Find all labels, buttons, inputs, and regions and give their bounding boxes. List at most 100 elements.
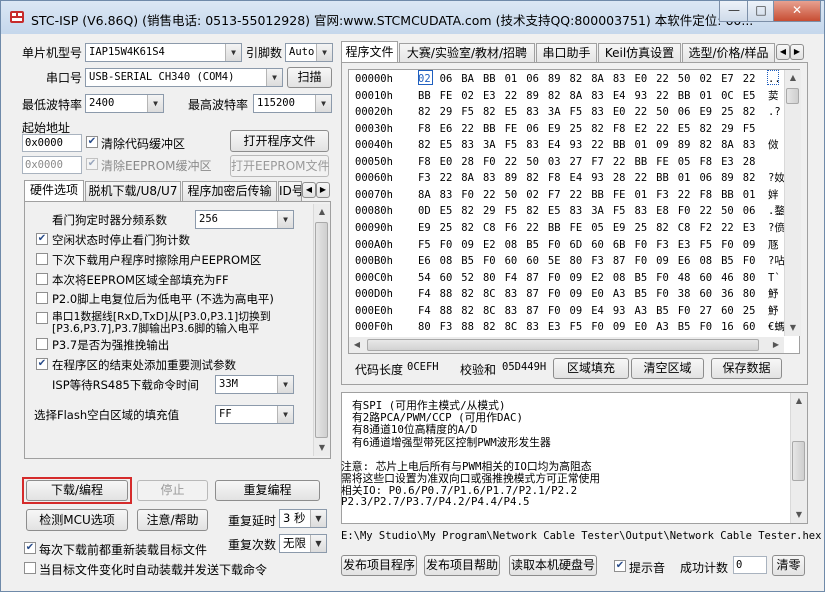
hex-byte[interactable]: F7 <box>548 187 561 203</box>
hex-byte[interactable]: 38 <box>678 286 691 302</box>
hex-byte[interactable]: 05 <box>591 220 604 236</box>
hex-byte[interactable]: 06 <box>440 71 453 87</box>
hex-byte[interactable]: E9 <box>548 121 561 137</box>
hex-byte[interactable]: BB <box>721 187 734 203</box>
hex-byte[interactable]: 22 <box>483 187 496 203</box>
hex-byte[interactable]: F0 <box>678 203 691 219</box>
hex-byte[interactable]: 83 <box>461 137 474 153</box>
hex-byte[interactable]: 82 <box>461 286 474 302</box>
tab-offline[interactable]: 脱机下载/U8/U7 <box>85 181 181 201</box>
hex-byte[interactable]: E4 <box>548 137 561 153</box>
option-checkbox[interactable] <box>36 338 48 350</box>
hex-byte[interactable]: 3A <box>591 203 604 219</box>
tab-contest[interactable]: 大赛/实验室/教材/招聘 <box>399 43 535 63</box>
hex-byte[interactable]: 28 <box>743 154 756 170</box>
hex-byte[interactable]: E4 <box>570 170 583 186</box>
hex-byte[interactable]: E4 <box>613 88 626 104</box>
reprogram-button[interactable]: 重复编程 <box>215 480 320 501</box>
hex-byte[interactable]: 27 <box>699 303 712 319</box>
option-checkbox[interactable]: ✔ <box>36 358 48 370</box>
hex-byte[interactable]: E6 <box>678 253 691 269</box>
hex-byte[interactable]: BB <box>548 220 561 236</box>
hex-byte[interactable]: F4 <box>505 270 518 286</box>
tab-program-file[interactable]: 程序文件 <box>341 41 398 63</box>
hex-byte[interactable]: E6 <box>418 253 431 269</box>
hex-byte[interactable]: E5 <box>743 88 756 104</box>
hex-byte[interactable]: 60 <box>591 237 604 253</box>
hex-byte[interactable]: 01 <box>678 170 691 186</box>
hex-byte[interactable]: 80 <box>743 286 756 302</box>
hex-byte[interactable]: F8 <box>613 121 626 137</box>
tab-serial-assistant[interactable]: 串口助手 <box>536 43 597 63</box>
hex-byte[interactable]: E5 <box>440 203 453 219</box>
hex-byte[interactable]: 54 <box>418 270 431 286</box>
min-baud-select[interactable]: 2400 ▼ <box>85 94 164 113</box>
hex-byte[interactable]: F5 <box>505 137 518 153</box>
hex-byte[interactable]: 8C <box>483 303 496 319</box>
hex-byte[interactable]: F5 <box>699 237 712 253</box>
hex-byte[interactable]: 25 <box>743 303 756 319</box>
hex-byte[interactable]: F0 <box>548 237 561 253</box>
hex-byte[interactable]: 50 <box>656 104 669 120</box>
scroll-up-icon[interactable]: ▲ <box>791 393 807 409</box>
hex-byte[interactable]: 29 <box>440 104 453 120</box>
minimize-button[interactable]: — <box>719 1 749 22</box>
hex-byte[interactable]: F0 <box>635 237 648 253</box>
hex-byte[interactable]: B5 <box>635 270 648 286</box>
hex-byte[interactable]: 60 <box>699 270 712 286</box>
hex-byte[interactable]: 88 <box>440 286 453 302</box>
clear-area-button[interactable]: 清空区域 <box>631 358 704 379</box>
hex-byte[interactable]: 60 <box>743 319 756 335</box>
hex-byte[interactable]: 82 <box>526 203 539 219</box>
repeat-delay-select[interactable]: 3 秒 ▼ <box>279 509 327 528</box>
hex-byte[interactable]: 82 <box>570 71 583 87</box>
hex-byte[interactable]: F5 <box>570 319 583 335</box>
hex-byte[interactable]: F0 <box>461 187 474 203</box>
hex-byte[interactable]: 60 <box>699 286 712 302</box>
scroll-down-icon[interactable]: ▼ <box>785 320 801 336</box>
hex-byte[interactable]: E2 <box>591 270 604 286</box>
hex-byte[interactable]: 25 <box>570 121 583 137</box>
pin-select[interactable]: Auto ▼ <box>285 43 333 62</box>
hex-byte[interactable]: F8 <box>699 154 712 170</box>
hex-byte[interactable]: 8A <box>570 88 583 104</box>
tab-scroll-right-button[interactable]: ▶ <box>790 44 804 60</box>
hex-byte[interactable]: BB <box>483 71 496 87</box>
hex-byte[interactable]: 22 <box>656 71 669 87</box>
max-baud-select[interactable]: 115200 ▼ <box>253 94 332 113</box>
eeprom-addr-input[interactable]: 0x0000 <box>22 156 82 174</box>
repeat-count-select[interactable]: 无限 ▼ <box>279 534 327 553</box>
hex-byte[interactable]: 0C <box>721 88 734 104</box>
hex-byte[interactable]: 16 <box>721 319 734 335</box>
scroll-right-icon[interactable]: ▶ <box>768 337 784 353</box>
hex-byte[interactable]: 09 <box>461 237 474 253</box>
maximize-button[interactable]: □ <box>747 1 775 22</box>
hex-byte[interactable]: 52 <box>461 270 474 286</box>
hex-byte[interactable]: 06 <box>743 203 756 219</box>
hex-byte[interactable]: 89 <box>505 170 518 186</box>
mcu-select[interactable]: IAP15W4K61S4 ▼ <box>85 43 242 62</box>
hex-byte[interactable]: E0 <box>591 286 604 302</box>
hex-byte[interactable]: E5 <box>678 121 691 137</box>
hex-scrollbar[interactable]: ▲ ▼ <box>784 70 801 336</box>
hex-byte[interactable]: 50 <box>505 187 518 203</box>
hex-byte[interactable]: BB <box>613 137 626 153</box>
hex-byte[interactable]: 22 <box>570 187 583 203</box>
hex-byte[interactable]: 09 <box>570 270 583 286</box>
hex-byte[interactable]: 01 <box>505 71 518 87</box>
hex-byte[interactable]: 02 <box>526 187 539 203</box>
close-button[interactable]: ✕ <box>773 1 821 22</box>
hex-byte[interactable]: 83 <box>526 319 539 335</box>
hex-byte[interactable]: 83 <box>743 137 756 153</box>
hex-byte[interactable]: 01 <box>743 187 756 203</box>
hex-byte[interactable]: 8A <box>418 187 431 203</box>
hex-byte[interactable]: 22 <box>699 203 712 219</box>
hex-byte[interactable]: 22 <box>656 121 669 137</box>
save-data-button[interactable]: 保存数据 <box>711 358 782 379</box>
hex-byte[interactable]: F5 <box>570 104 583 120</box>
scroll-thumb[interactable] <box>792 441 805 481</box>
hex-byte[interactable]: E4 <box>591 303 604 319</box>
hex-byte[interactable]: F3 <box>656 237 669 253</box>
hex-byte[interactable]: 50 <box>526 154 539 170</box>
hex-byte[interactable]: F0 <box>591 319 604 335</box>
